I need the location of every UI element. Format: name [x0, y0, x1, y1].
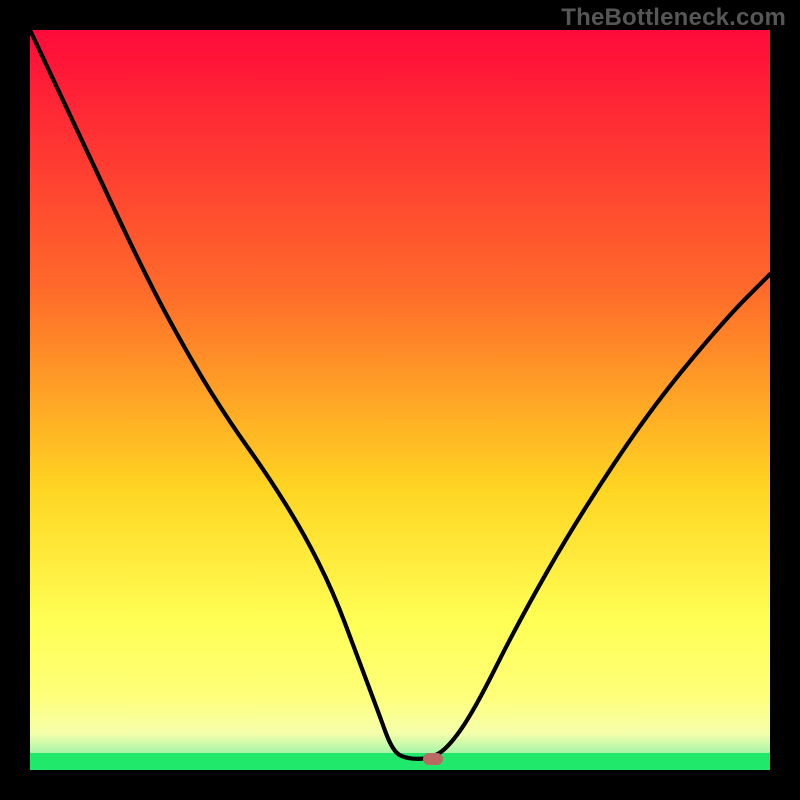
plot-area — [30, 30, 770, 770]
bottleneck-curve — [30, 30, 770, 770]
optimal-marker — [423, 753, 443, 765]
watermark-text: TheBottleneck.com — [561, 4, 786, 32]
chart-frame: TheBottleneck.com — [0, 0, 800, 800]
